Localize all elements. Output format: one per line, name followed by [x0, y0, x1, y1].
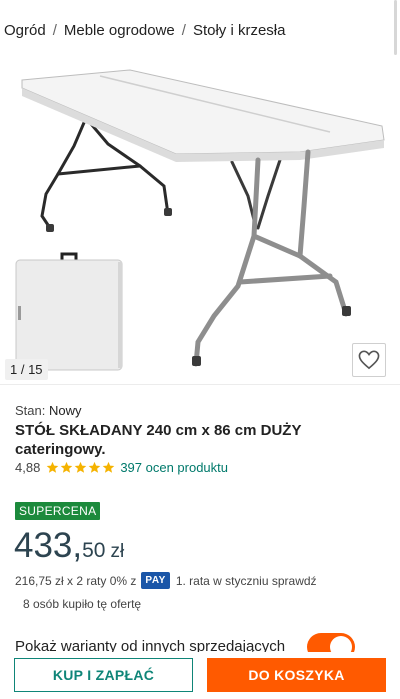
favorite-button[interactable] [352, 343, 386, 377]
breadcrumb-item-garden[interactable]: Ogród [4, 22, 46, 39]
image-counter: 1 / 15 [5, 359, 48, 380]
product-condition: Stan: Nowy [15, 403, 82, 418]
installments-text: 216,75 zł x 2 raty 0% z [15, 573, 137, 588]
star-icon [61, 461, 73, 473]
price-cents: 50 [82, 539, 106, 562]
breadcrumb-item-garden-furniture[interactable]: Meble ogrodowe [64, 22, 175, 39]
price-currency: zł [110, 541, 125, 562]
star-icon [47, 461, 59, 473]
purchase-count: 8 osób kupiło tę ofertę [23, 597, 142, 611]
product-rating: 4,88 397 ocen produktu [15, 460, 228, 475]
bottom-action-bar: KUP I ZAPŁAĆ DO KOSZYKA [0, 652, 400, 699]
buy-now-button[interactable]: KUP I ZAPŁAĆ [14, 658, 193, 692]
installments-suffix[interactable]: 1. rata w styczniu sprawdź [176, 574, 317, 588]
breadcrumb: Ogród / Meble ogrodowe / Stoły i krzesła [4, 22, 285, 39]
condition-label: Stan: [15, 403, 46, 418]
supercena-badge: SUPERCENA [15, 502, 101, 520]
heart-icon [358, 350, 380, 370]
product-title: STÓŁ SKŁADANY 240 cm x 86 cm DUŻY cateri… [15, 422, 302, 458]
reviews-link[interactable]: 397 ocen produktu [120, 460, 228, 475]
breadcrumb-separator: / [181, 22, 186, 39]
installments-info[interactable]: 216,75 zł x 2 raty 0% z PAY 1. rata w st… [15, 572, 317, 589]
star-icon [103, 461, 115, 473]
product-gallery[interactable]: 1 / 15 [0, 56, 400, 384]
divider [0, 384, 400, 385]
price: 433, 50 zł [14, 526, 124, 566]
rating-stars [46, 461, 115, 474]
add-to-cart-button[interactable]: DO KOSZYKA [207, 658, 386, 692]
scrollbar[interactable] [394, 0, 397, 55]
star-icon [89, 461, 101, 473]
price-integer: 433, [14, 526, 83, 565]
star-icon [75, 461, 87, 473]
breadcrumb-separator: / [52, 22, 57, 39]
rating-value: 4,88 [15, 460, 41, 475]
breadcrumb-item-tables-chairs[interactable]: Stoły i krzesła [193, 22, 286, 39]
condition-value: Nowy [48, 403, 82, 418]
pay-logo: PAY [141, 572, 170, 589]
